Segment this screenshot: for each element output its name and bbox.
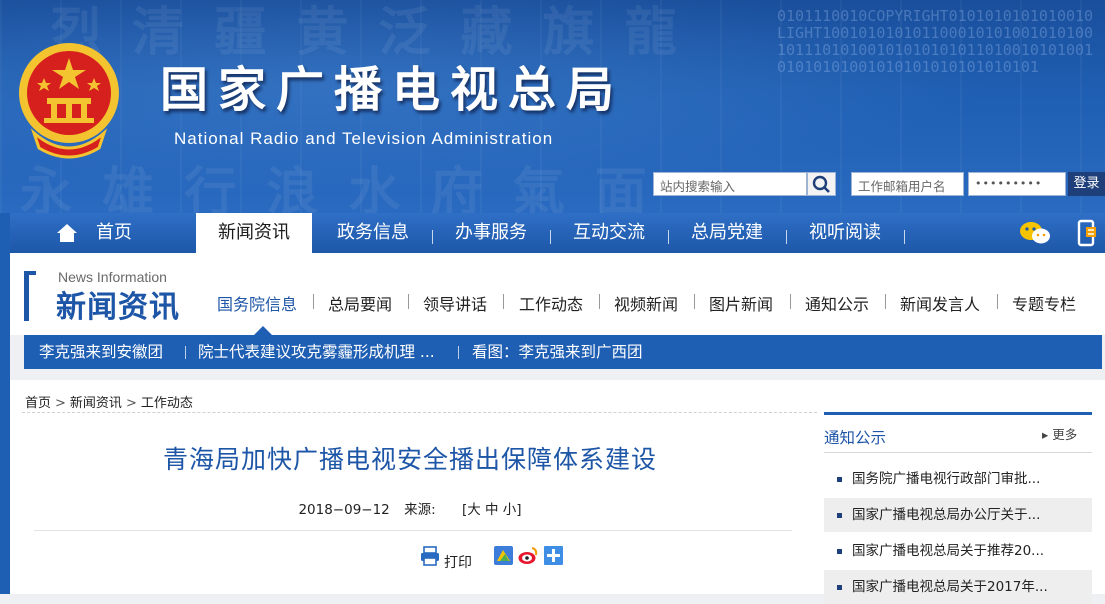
sidebar-list-item[interactable]: 国家广播电视总局关于2017年...	[824, 570, 1092, 604]
left-accent-strip	[0, 213, 10, 594]
article-title: 青海局加快广播电视安全播出保障体系建设	[162, 445, 657, 474]
banner-decoration: 烈 清 疆 黄 泛 藏 旗 龍	[50, 2, 683, 63]
subnav-separator	[503, 294, 504, 309]
breadcrumb-news[interactable]: 新闻资讯	[70, 396, 122, 411]
headline-ticker: 李克强来到安徽团 院士代表建议攻克雾霾形成机理 ... 看图：李克强来到广西团	[24, 335, 1102, 369]
font-size-switcher[interactable]: [大 中 小]	[462, 502, 522, 518]
nav-separator	[668, 230, 669, 244]
home-icon[interactable]	[56, 223, 78, 243]
active-pointer	[254, 326, 272, 335]
subnav-item-special-topics[interactable]: 专题专栏	[1012, 291, 1076, 315]
article-date: 2018−09−12	[298, 502, 390, 518]
sidebar-accent-bar	[824, 412, 1092, 415]
sidebar-more-link[interactable]: ▸ 更多	[1042, 424, 1077, 443]
nav-item-party[interactable]: 总局党建	[682, 213, 772, 253]
breadcrumb-separator: >	[55, 396, 66, 411]
subnav-item-notices[interactable]: 通知公示	[805, 291, 869, 315]
content-area: 首页 > 新闻资讯 > 工作动态 青海局加快广播电视安全播出保障体系建设 2018−09…	[10, 380, 1105, 604]
nav-item-services[interactable]: 办事服务	[446, 213, 536, 253]
nav-separator	[432, 230, 433, 244]
sidebar-list-item[interactable]: 国务院广播电视行政部门审批...	[824, 462, 1092, 496]
subnav-separator	[313, 294, 314, 309]
ticker-item[interactable]: 院士代表建议攻克雾霾形成机理 ...	[198, 335, 435, 369]
site-search-input[interactable]: 站内搜索输入	[653, 172, 807, 196]
mail-password-field[interactable]: •••••••••	[968, 172, 1066, 196]
sidebar-list-item[interactable]: 国家广播电视总局关于推荐20...	[824, 534, 1092, 568]
subnav-item-video-news[interactable]: 视频新闻	[614, 291, 678, 315]
nav-item-home[interactable]: 首页	[84, 213, 144, 253]
ticker-item[interactable]: 看图：李克强来到广西团	[472, 335, 643, 369]
ticker-item[interactable]: 李克强来到安徽团	[39, 335, 163, 369]
national-emblem-icon	[19, 43, 119, 159]
share-qzone-icon[interactable]	[494, 546, 513, 565]
nav-separator	[904, 230, 905, 244]
sidebar-item-label[interactable]: 国家广播电视总局关于2017年...	[852, 570, 1048, 604]
bullet-icon	[837, 513, 842, 518]
nav-separator	[786, 230, 787, 244]
ticker-separator	[458, 346, 459, 359]
nav-item-news[interactable]: 新闻资讯	[196, 213, 312, 253]
article-meta: 2018−09−12 来源: [大 中 小]	[30, 498, 790, 518]
sidebar-title: 通知公示	[824, 429, 887, 447]
share-weibo-icon[interactable]	[518, 546, 538, 565]
subnav-separator	[694, 294, 695, 309]
subnav-item-state-council[interactable]: 国务院信息	[217, 291, 297, 315]
subnav-item-photo-news[interactable]: 图片新闻	[709, 291, 773, 315]
breadcrumb-home[interactable]: 首页	[25, 396, 51, 411]
breadcrumb-separator: >	[125, 396, 137, 411]
site-title: 国家广播电视总局	[160, 62, 625, 118]
login-button[interactable]: 登录	[1068, 172, 1105, 196]
subnav-item-work-news[interactable]: 工作动态	[519, 291, 583, 315]
ticker-separator	[185, 346, 186, 359]
breadcrumb: 首页 > 新闻资讯 > 工作动态	[25, 392, 193, 411]
search-button[interactable]	[807, 172, 836, 196]
sidebar-list-item[interactable]: 国家广播电视总局办公厅关于...	[824, 498, 1092, 532]
subnav-item-speeches[interactable]: 领导讲话	[423, 291, 487, 315]
divider	[22, 412, 817, 413]
subnav-item-headlines[interactable]: 总局要闻	[328, 291, 392, 315]
subnav-item-spokesperson[interactable]: 新闻发言人	[900, 291, 980, 315]
banner-binary-pattern: 0101110010COPYRIGHT0101010101010010LIGHT…	[777, 7, 1094, 76]
wechat-icon[interactable]	[1018, 220, 1052, 246]
bullet-icon	[837, 477, 842, 482]
article-source-label: 来源:	[404, 502, 436, 518]
print-icon[interactable]	[420, 546, 440, 566]
divider	[824, 452, 1092, 453]
search-icon	[812, 175, 830, 193]
site-banner: 烈 清 疆 黄 泛 藏 旗 龍 永 雄 行 浪 水 府 氣 面 01011100…	[0, 0, 1105, 213]
nav-item-government[interactable]: 政务信息	[328, 213, 418, 253]
nav-item-interaction[interactable]: 互动交流	[564, 213, 654, 253]
sidebar-item-label[interactable]: 国家广播电视总局办公厅关于...	[852, 498, 1040, 532]
subnav-separator	[408, 294, 409, 309]
bullet-icon	[837, 549, 842, 554]
section-label-cn: 新闻资讯	[56, 290, 180, 325]
section-nav: News Information 新闻资讯 国务院信息 总局要闻 领导讲话 工作…	[10, 253, 1105, 335]
subnav-separator	[997, 294, 998, 309]
share-more-icon[interactable]	[544, 546, 563, 565]
breadcrumb-current[interactable]: 工作动态	[141, 396, 193, 411]
nav-item-media[interactable]: 视听阅读	[800, 213, 890, 253]
sidebar-item-label[interactable]: 国家广播电视总局关于推荐20...	[852, 534, 1044, 568]
divider	[34, 530, 792, 531]
main-nav: 首页 新闻资讯 政务信息 办事服务 互动交流 总局党建 视听阅读	[10, 213, 1105, 253]
mobile-app-icon[interactable]	[1076, 219, 1098, 247]
nav-separator	[550, 230, 551, 244]
bullet-icon	[837, 585, 842, 590]
subnav-separator	[885, 294, 886, 309]
print-link[interactable]: 打印	[444, 552, 472, 572]
subnav-separator	[790, 294, 791, 309]
mail-username-field[interactable]: 工作邮箱用户名	[851, 172, 964, 196]
section-bracket	[24, 271, 36, 321]
sidebar-item-label[interactable]: 国务院广播电视行政部门审批...	[852, 462, 1040, 496]
subnav-separator	[599, 294, 600, 309]
site-subtitle: National Radio and Television Administra…	[174, 129, 554, 148]
